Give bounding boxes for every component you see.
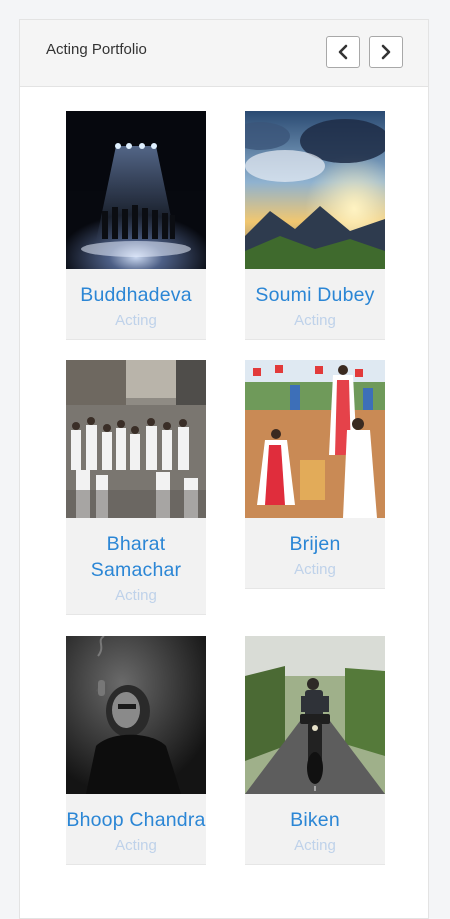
dance-festival-image[interactable] <box>245 360 385 518</box>
bw-portrait-image[interactable] <box>66 636 206 794</box>
portfolio-card[interactable]: Biken Acting <box>245 636 385 865</box>
portfolio-card[interactable]: Bharat Samachar Acting <box>66 360 206 615</box>
next-button[interactable] <box>369 36 403 68</box>
card-name[interactable]: Soumi Dubey <box>245 269 385 312</box>
card-category: Acting <box>294 837 336 854</box>
card-category: Acting <box>294 312 336 329</box>
stage-performance-image[interactable] <box>66 111 206 269</box>
portfolio-card[interactable]: Brijen Acting <box>245 360 385 589</box>
prev-button[interactable] <box>326 36 360 68</box>
card-name[interactable]: Biken <box>245 794 385 837</box>
chevron-right-icon <box>381 44 391 60</box>
panel-title: Acting Portfolio <box>46 41 147 58</box>
street-crowd-image[interactable] <box>66 360 206 518</box>
card-category: Acting <box>294 561 336 578</box>
card-name[interactable]: Bhoop Chandra <box>66 794 206 837</box>
card-name[interactable]: Buddhadeva <box>66 269 206 312</box>
mountain-sky-image[interactable] <box>245 111 385 269</box>
portfolio-card[interactable]: Soumi Dubey Acting <box>245 111 385 340</box>
motorcycle-road-image[interactable] <box>245 636 385 794</box>
card-name[interactable]: Brijen <box>245 518 385 561</box>
card-name[interactable]: Bharat Samachar <box>66 518 206 587</box>
portfolio-card[interactable]: Buddhadeva Acting <box>66 111 206 340</box>
card-category: Acting <box>115 587 157 604</box>
portfolio-card[interactable]: Bhoop Chandra Acting <box>66 636 206 865</box>
panel-header: Acting Portfolio <box>20 20 428 87</box>
card-category: Acting <box>115 312 157 329</box>
chevron-left-icon <box>338 44 348 60</box>
card-category: Acting <box>115 837 157 854</box>
